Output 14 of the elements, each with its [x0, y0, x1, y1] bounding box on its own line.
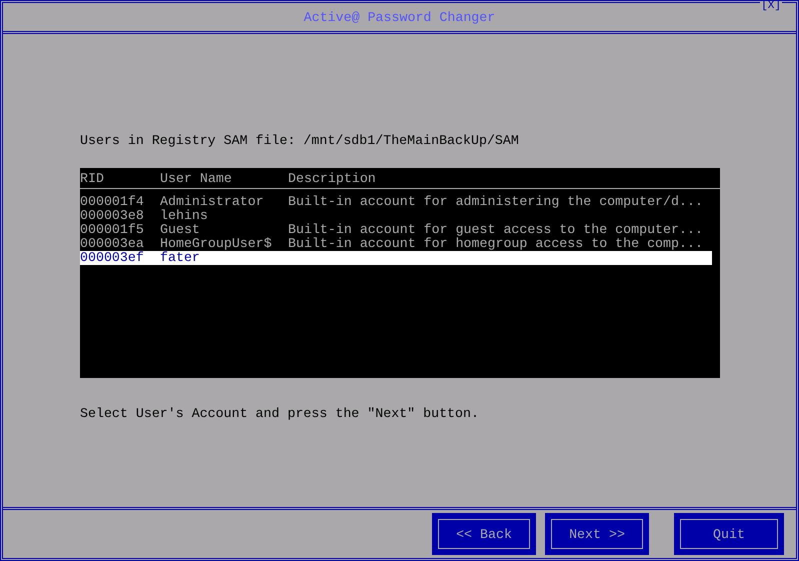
dialog-button[interactable]: << Back — [432, 513, 536, 555]
user-row[interactable]: 000003ea HomeGroupUser$ Built-in account for homegroup access to the comp... — [80, 237, 712, 251]
window-title: Active@ Password Changer — [304, 10, 496, 24]
prompt-text: Users in Registry SAM file: /mnt/sdb1/TheMainBackUp/SAM — [80, 133, 520, 148]
dialog-button[interactable]: Next >> — [545, 513, 649, 555]
column-header: Description — [288, 170, 376, 186]
user-row[interactable]: 000003e8 lehins — [80, 209, 712, 223]
user-row[interactable]: 000001f5 Guest Built-in account for guest access to the computer... — [80, 223, 712, 237]
user-row[interactable]: 000003ef fater — [80, 251, 712, 265]
column-header: RID — [80, 170, 105, 186]
instruction-text: Select User's Account and press the "Next" button. — [80, 406, 480, 421]
user-row[interactable]: 000001f4 Administrator Built-in account for administering the computer/d... — [80, 195, 712, 209]
column-header: User Name — [160, 170, 233, 186]
dialog-button[interactable]: Quit — [674, 513, 784, 555]
